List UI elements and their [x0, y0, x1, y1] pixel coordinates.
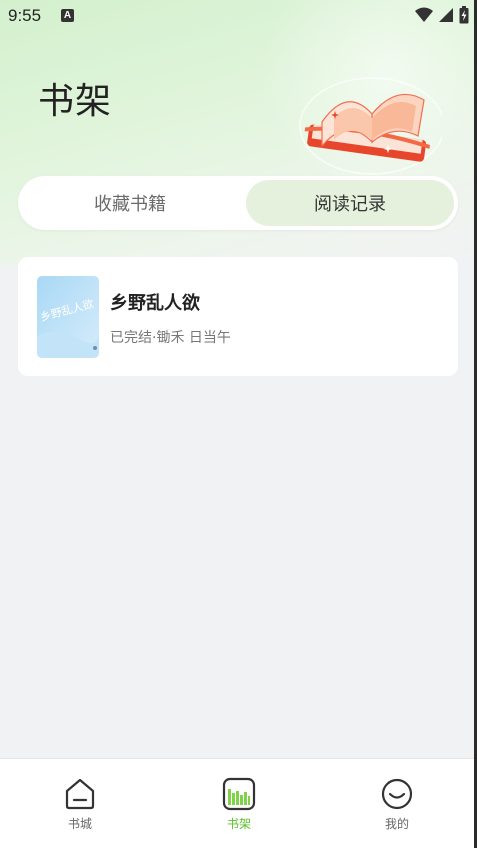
book-title: 乡野乱人欲	[110, 293, 200, 314]
book-meta: 已完结·锄禾 日当午	[110, 330, 231, 346]
page-title: 书架	[38, 81, 113, 122]
book-list-item[interactable]: 乡野乱人欲 乡野乱人欲 已完结·锄禾 日当午	[18, 257, 458, 376]
nav-profile[interactable]: 我的	[357, 777, 437, 837]
bookshelf-icon	[222, 777, 256, 811]
bottom-navigation: 书城 书架 我的	[0, 758, 477, 849]
wifi-icon	[415, 7, 433, 22]
profile-icon	[381, 778, 413, 810]
status-time: 9:55	[8, 6, 42, 25]
battery-charging-icon	[459, 6, 469, 24]
shelf-tab-bar: 收藏书籍 阅读记录	[18, 176, 458, 230]
status-bar: 9:55 A	[0, 0, 477, 32]
open-book-illustration	[299, 77, 442, 175]
tab-favorites[interactable]: 收藏书籍	[26, 180, 234, 226]
nav-label: 书架	[226, 817, 251, 831]
nav-bookshelf[interactable]: 书架	[199, 777, 279, 837]
tab-reading-history[interactable]: 阅读记录	[246, 180, 454, 226]
nav-label: 我的	[384, 817, 409, 831]
book-cover-image: 乡野乱人欲	[37, 276, 99, 358]
home-icon	[65, 778, 95, 810]
nav-label: 书城	[67, 817, 92, 831]
nav-bookstore[interactable]: 书城	[40, 777, 120, 837]
cellular-signal-icon	[439, 8, 453, 22]
notification-badge: A	[61, 9, 74, 22]
book-cover[interactable]: 乡野乱人欲	[37, 276, 99, 358]
